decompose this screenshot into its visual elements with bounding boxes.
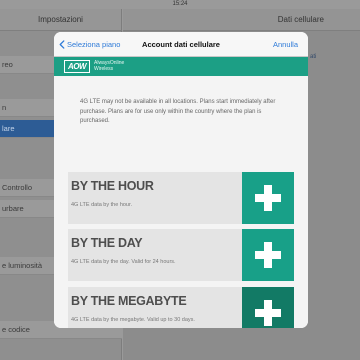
modal-nav-bar: Seleziona piano Account dati cellulare A… <box>54 32 308 57</box>
settings-sidebar-title: Impostazioni <box>0 9 121 31</box>
plan-title: BY THE MEGABYTE <box>71 294 187 308</box>
back-button-label: Seleziona piano <box>67 40 121 49</box>
cellular-account-modal: Seleziona piano Account dati cellulare A… <box>54 32 308 328</box>
chevron-left-icon <box>59 40 65 49</box>
add-plan-button[interactable] <box>242 287 294 328</box>
status-bar-time: 15:24 <box>172 1 188 7</box>
plan-card-hour[interactable]: BY THE HOUR 4G LTE data by the hour. <box>68 172 294 224</box>
brand-name-line2: Wireless <box>94 65 114 72</box>
brand-bar: AOW AlwaysOnline Wireless <box>54 57 308 76</box>
cancel-button[interactable]: Annulla <box>273 32 298 57</box>
plan-title: BY THE HOUR <box>71 179 154 193</box>
add-plan-button[interactable] <box>242 229 294 281</box>
plan-description: 4G LTE data by the day. Valid for 24 hou… <box>71 259 176 265</box>
plus-icon <box>255 185 281 211</box>
plan-card-day[interactable]: BY THE DAY 4G LTE data by the day. Valid… <box>68 229 294 281</box>
add-plan-button[interactable] <box>242 172 294 224</box>
settings-detail-title: Dati cellulare <box>123 9 360 31</box>
modal-content: AOW AlwaysOnline Wireless 4G LTE may not… <box>54 57 308 328</box>
plan-description: 4G LTE data by the megabyte. Valid up to… <box>71 317 195 323</box>
plus-icon <box>255 242 281 268</box>
back-button[interactable]: Seleziona piano <box>59 32 120 57</box>
plan-card-megabyte[interactable]: BY THE MEGABYTE 4G LTE data by the megab… <box>68 287 294 328</box>
brand-name: AlwaysOnline Wireless <box>94 60 124 72</box>
plus-icon <box>255 300 281 326</box>
detail-partial-text: ati <box>310 54 317 60</box>
plan-intro-text: 4G LTE may not be available in all locat… <box>80 99 276 124</box>
brand-logo: AOW <box>64 60 90 73</box>
plan-description: 4G LTE data by the hour. <box>71 202 133 208</box>
plan-title: BY THE DAY <box>71 236 143 250</box>
